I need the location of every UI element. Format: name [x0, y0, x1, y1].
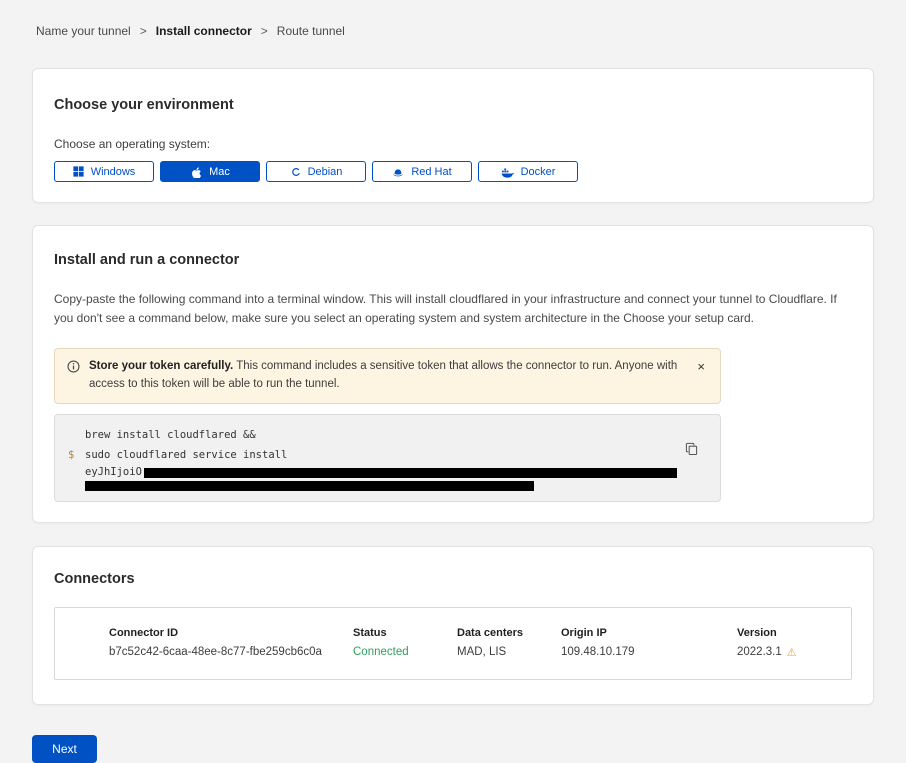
code-gutter — [68, 425, 85, 445]
column-header-origin-ip: Origin IP — [561, 608, 737, 643]
code-line-2: $ sudo cloudflared service install — [68, 445, 704, 465]
breadcrumb-separator: > — [261, 24, 268, 38]
os-button-docker[interactable]: Docker — [478, 161, 578, 182]
os-button-windows[interactable]: Windows — [54, 161, 154, 182]
copy-icon[interactable] — [685, 442, 698, 458]
redacted-token-bar — [85, 481, 534, 491]
table-row: b7c52c42-6caa-48ee-8c77-fbe259cb6c0a Con… — [55, 643, 851, 679]
column-header-data-centers: Data centers — [457, 608, 561, 643]
os-select-label: Choose an operating system: — [54, 137, 852, 151]
table-header-row: Connector ID Status Data centers Origin … — [55, 608, 851, 643]
close-icon[interactable]: × — [694, 358, 708, 375]
token-warning-banner: Store your token carefully.This command … — [54, 348, 721, 404]
token-warning-text: Store your token carefully.This command … — [89, 358, 685, 394]
debian-icon — [290, 166, 301, 177]
connectors-card-title: Connectors — [54, 571, 852, 587]
origin-ip-value: 109.48.10.179 — [561, 643, 737, 679]
breadcrumb: Name your tunnel > Install connector > R… — [0, 0, 906, 38]
breadcrumb-item-name-your-tunnel[interactable]: Name your tunnel — [36, 24, 131, 38]
code-token-line-1: eyJhIjoiO — [68, 466, 704, 479]
os-button-row: Windows Mac Debian Red Hat Docker — [54, 161, 852, 182]
connector-id-value: b7c52c42-6caa-48ee-8c77-fbe259cb6c0a — [109, 643, 353, 679]
column-header-status: Status — [353, 608, 457, 643]
os-button-label: Red Hat — [411, 166, 451, 178]
environment-card-title: Choose your environment — [54, 97, 852, 113]
column-header-version: Version — [737, 608, 827, 643]
docker-icon — [501, 166, 514, 178]
version-warning-icon: ⚠ — [787, 646, 797, 660]
environment-card: Choose your environment Choose an operat… — [32, 68, 874, 203]
os-button-debian[interactable]: Debian — [266, 161, 366, 182]
info-icon — [67, 360, 80, 394]
breadcrumb-separator: > — [140, 24, 147, 38]
token-warning-title: Store your token carefully. — [89, 360, 233, 372]
shell-prompt: $ — [68, 445, 85, 465]
breadcrumb-item-install-connector[interactable]: Install connector — [156, 24, 252, 38]
os-button-label: Mac — [209, 166, 230, 178]
os-button-mac[interactable]: Mac — [160, 161, 260, 182]
os-button-label: Debian — [308, 166, 343, 178]
os-button-label: Docker — [521, 166, 556, 178]
redhat-icon — [392, 166, 404, 178]
windows-icon — [73, 166, 84, 177]
breadcrumb-item-route-tunnel[interactable]: Route tunnel — [277, 24, 345, 38]
status-badge: Connected — [353, 643, 457, 679]
code-token-line-2 — [68, 479, 704, 491]
code-line-1: brew install cloudflared && — [68, 425, 704, 445]
connectors-table: Connector ID Status Data centers Origin … — [54, 607, 852, 680]
os-button-redhat[interactable]: Red Hat — [372, 161, 472, 182]
install-connector-card: Install and run a connector Copy-paste t… — [32, 225, 874, 523]
apple-icon — [190, 166, 202, 178]
column-header-connector-id: Connector ID — [109, 608, 353, 643]
install-instructions: Copy-paste the following command into a … — [54, 290, 852, 328]
data-centers-value: MAD, LIS — [457, 643, 561, 679]
version-value: 2022.3.1 ⚠ — [737, 643, 827, 679]
install-card-title: Install and run a connector — [54, 252, 852, 268]
connectors-card: Connectors Connector ID Status Data cent… — [32, 546, 874, 705]
token-prefix: eyJhIjoiO — [85, 466, 142, 479]
install-command-code: brew install cloudflared && $ sudo cloud… — [54, 414, 721, 502]
redacted-token-bar — [144, 468, 677, 478]
os-button-label: Windows — [91, 166, 136, 178]
